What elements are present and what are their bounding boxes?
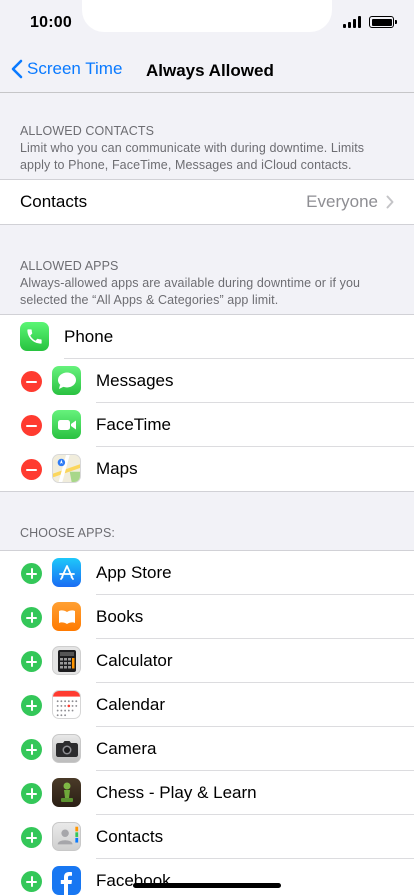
remove-icon[interactable] bbox=[21, 415, 42, 436]
choose-app-row-app-store[interactable]: App Store bbox=[0, 551, 414, 595]
section-description: Always-allowed apps are available during… bbox=[20, 276, 361, 307]
choose-apps-header: CHOOSE APPS: bbox=[0, 492, 414, 550]
add-icon[interactable] bbox=[21, 651, 42, 672]
allowed-app-row-facetime[interactable]: FaceTime bbox=[0, 403, 414, 447]
allowed-app-row-phone[interactable]: Phone bbox=[0, 315, 414, 359]
app-label: Phone bbox=[64, 327, 114, 346]
add-icon[interactable] bbox=[21, 783, 42, 804]
app-label: Messages bbox=[96, 371, 174, 390]
add-icon[interactable] bbox=[21, 695, 42, 716]
camera-icon bbox=[52, 734, 81, 763]
remove-icon[interactable] bbox=[21, 371, 42, 392]
chevron-left-icon bbox=[11, 59, 23, 79]
contacts-row-value: Everyone bbox=[306, 192, 378, 211]
contacts-row[interactable]: Contacts Everyone bbox=[0, 180, 414, 224]
settings-list: ALLOWED CONTACTS Limit who you can commu… bbox=[0, 94, 414, 896]
app-label: Maps bbox=[96, 459, 138, 478]
back-button-label: Screen Time bbox=[27, 59, 123, 78]
app-label: Calendar bbox=[96, 695, 165, 714]
allowed-apps-group: Phone Messages FaceTime Maps bbox=[0, 314, 414, 492]
app-label: Contacts bbox=[96, 827, 164, 846]
status-icons bbox=[343, 16, 397, 28]
navigation-bar: Screen Time Always Allowed bbox=[0, 48, 414, 93]
notch bbox=[82, 0, 332, 32]
choose-app-row-facebook[interactable]: Facebook bbox=[0, 859, 414, 896]
add-icon[interactable] bbox=[21, 607, 42, 628]
allowed-app-row-maps[interactable]: Maps bbox=[0, 447, 414, 491]
add-icon[interactable] bbox=[21, 563, 42, 584]
chevron-right-icon bbox=[386, 195, 394, 209]
allowed-app-row-messages[interactable]: Messages bbox=[0, 359, 414, 403]
app-label: Calculator bbox=[96, 651, 173, 670]
add-icon[interactable] bbox=[21, 739, 42, 760]
phone-icon bbox=[20, 322, 49, 351]
facetime-icon bbox=[52, 410, 81, 439]
calculator-icon bbox=[52, 646, 81, 675]
allowed-contacts-header: ALLOWED CONTACTS Limit who you can commu… bbox=[0, 94, 414, 179]
remove-icon[interactable] bbox=[21, 459, 42, 480]
add-icon[interactable] bbox=[21, 871, 42, 892]
app-label: Books bbox=[96, 607, 144, 626]
allowed-apps-header: ALLOWED APPS Always-allowed apps are ava… bbox=[0, 225, 414, 314]
choose-apps-group: App Store Books Calculator Calendar Came… bbox=[0, 550, 414, 896]
choose-app-row-chess[interactable]: Chess - Play & Learn bbox=[0, 771, 414, 815]
status-bar: 10:00 bbox=[0, 0, 414, 48]
choose-app-row-calendar[interactable]: Calendar bbox=[0, 683, 414, 727]
section-title: CHOOSE APPS: bbox=[20, 526, 115, 540]
calendar-icon bbox=[52, 690, 81, 719]
section-description: Limit who you can communicate with durin… bbox=[20, 141, 365, 172]
maps-icon bbox=[52, 454, 81, 483]
app-label: Facebook bbox=[96, 871, 171, 890]
choose-app-row-calculator[interactable]: Calculator bbox=[0, 639, 414, 683]
section-title: ALLOWED APPS bbox=[20, 259, 119, 273]
cellular-signal-icon bbox=[343, 16, 361, 28]
app-store-icon bbox=[52, 558, 81, 587]
battery-icon bbox=[369, 16, 397, 28]
messages-icon bbox=[52, 366, 81, 395]
chess-icon bbox=[52, 778, 81, 807]
contacts-row-label: Contacts bbox=[20, 192, 88, 211]
facebook-icon bbox=[52, 866, 81, 895]
app-label: App Store bbox=[96, 563, 172, 582]
home-indicator[interactable] bbox=[133, 883, 281, 888]
section-title: ALLOWED CONTACTS bbox=[20, 124, 155, 138]
contacts-group: Contacts Everyone bbox=[0, 179, 414, 225]
choose-app-row-camera[interactable]: Camera bbox=[0, 727, 414, 771]
books-icon bbox=[52, 602, 81, 631]
contacts-icon bbox=[52, 822, 81, 851]
app-label: Camera bbox=[96, 739, 157, 758]
app-label: FaceTime bbox=[96, 415, 171, 434]
back-button[interactable]: Screen Time bbox=[10, 59, 122, 79]
choose-app-row-books[interactable]: Books bbox=[0, 595, 414, 639]
add-icon[interactable] bbox=[21, 827, 42, 848]
page-title: Always Allowed bbox=[146, 61, 274, 80]
choose-app-row-contacts[interactable]: Contacts bbox=[0, 815, 414, 859]
app-label: Chess - Play & Learn bbox=[96, 783, 257, 802]
status-time: 10:00 bbox=[30, 14, 72, 31]
